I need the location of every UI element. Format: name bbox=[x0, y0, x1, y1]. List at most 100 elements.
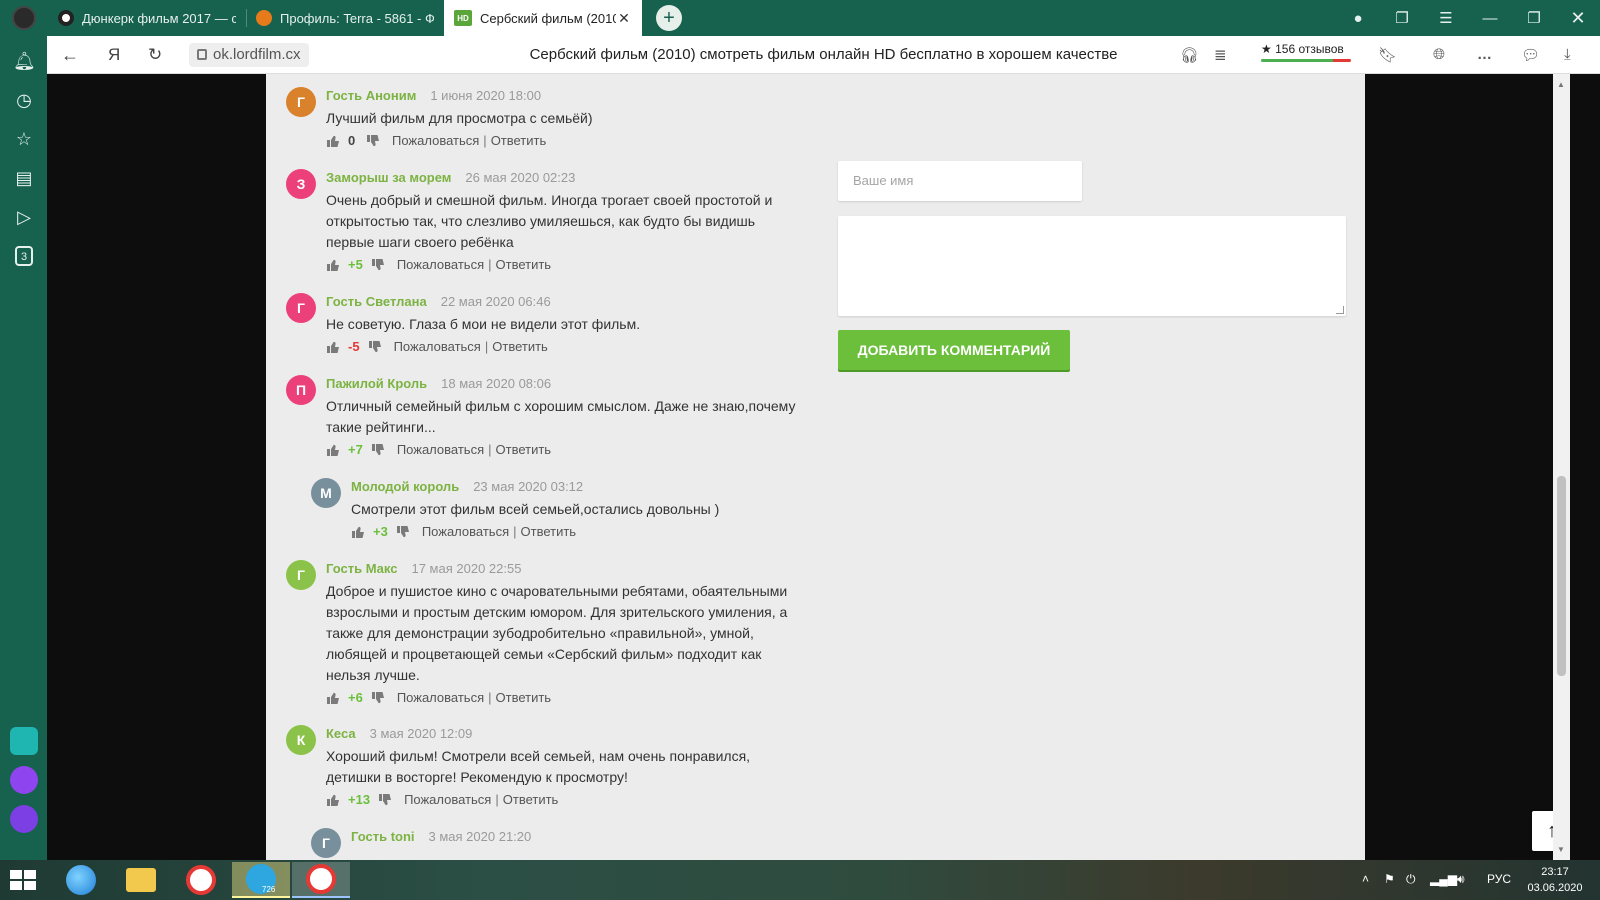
report-link[interactable]: Пожаловаться bbox=[394, 338, 481, 356]
report-link[interactable]: Пожаловаться bbox=[397, 441, 484, 459]
flag-icon[interactable]: ⚑ bbox=[1384, 872, 1395, 886]
reader-mode-icon[interactable]: ≣ bbox=[1214, 46, 1227, 64]
chat-icon[interactable]: 💬︎ bbox=[1521, 46, 1540, 64]
report-link[interactable]: Пожаловаться bbox=[397, 256, 484, 274]
report-link[interactable]: Пожаловаться bbox=[397, 689, 484, 707]
yandex-browser-active-icon[interactable] bbox=[292, 862, 350, 898]
thumb-up-icon[interactable] bbox=[326, 258, 340, 272]
comment-author[interactable]: Заморыш за морем bbox=[326, 170, 451, 185]
translate-globe-icon[interactable]: 🌐︎ bbox=[1433, 46, 1445, 63]
reply-link[interactable]: Ответить bbox=[496, 689, 552, 707]
tab-profile[interactable]: Профиль: Terra - 5861 - Ф bbox=[246, 0, 444, 36]
collections-icon[interactable]: ▤ bbox=[13, 167, 35, 189]
reply-link[interactable]: Ответить bbox=[503, 791, 559, 809]
comment-actions: +6 Пожаловаться | Ответить bbox=[326, 689, 796, 707]
reply-link[interactable]: Ответить bbox=[492, 338, 548, 356]
menu-icon[interactable]: ☰ bbox=[1424, 9, 1468, 27]
new-tab-button[interactable]: + bbox=[656, 5, 682, 31]
browser-menu-logo-icon[interactable] bbox=[0, 0, 48, 36]
report-link[interactable]: Пожаловаться bbox=[392, 132, 479, 150]
comment-date: 1 июня 2020 18:00 bbox=[430, 88, 542, 103]
thumb-up-icon[interactable] bbox=[326, 134, 340, 148]
minimize-icon[interactable]: — bbox=[1468, 10, 1512, 27]
resize-handle-icon[interactable] bbox=[1336, 306, 1344, 314]
thumb-down-icon[interactable] bbox=[371, 443, 385, 457]
comment-text: Хороший фильм! Смотрели всей семьей, нам… bbox=[326, 748, 751, 785]
bookmark-icon[interactable]: 🔖︎ bbox=[1378, 46, 1397, 64]
file-explorer-icon[interactable] bbox=[112, 862, 170, 898]
thumb-down-icon[interactable] bbox=[371, 691, 385, 705]
avatar: Г bbox=[311, 828, 341, 858]
comment-author[interactable]: Гость Аноним bbox=[326, 88, 416, 103]
telegram-icon[interactable]: 726 bbox=[232, 862, 290, 898]
comment-actions: 0 Пожаловаться | Ответить bbox=[326, 132, 796, 150]
music-app-icon[interactable] bbox=[10, 766, 38, 794]
thumb-down-icon[interactable] bbox=[368, 340, 382, 354]
scroll-up-icon[interactable]: ▲ bbox=[1557, 80, 1565, 89]
thumb-up-icon[interactable] bbox=[326, 793, 340, 807]
comment-author[interactable]: Гость Светлана bbox=[326, 294, 427, 309]
report-link[interactable]: Пожаловаться bbox=[404, 791, 491, 809]
history-clock-icon[interactable]: ◷ bbox=[13, 89, 35, 111]
thumb-down-icon[interactable] bbox=[366, 134, 380, 148]
more-icon[interactable]: … bbox=[1477, 46, 1492, 63]
add-comment-button[interactable]: ДОБАВИТЬ КОММЕНТАРИЙ bbox=[838, 330, 1070, 370]
browser-tab-bar: Дюнкерк фильм 2017 — с Профиль: Terra - … bbox=[0, 0, 1600, 36]
name-input[interactable]: Ваше имя bbox=[838, 161, 1082, 201]
sidebar-counter-badge[interactable]: 3 bbox=[15, 246, 33, 266]
alice-assistant-icon[interactable] bbox=[10, 805, 38, 833]
show-hidden-icons-icon[interactable]: ˄ bbox=[1362, 872, 1369, 886]
messenger-app-icon[interactable] bbox=[10, 727, 38, 755]
power-icon[interactable]: ⏻ bbox=[1406, 872, 1416, 887]
language-indicator[interactable]: РУС bbox=[1487, 872, 1511, 886]
comment-author[interactable]: Пажилой Кроль bbox=[326, 376, 427, 391]
reply-link[interactable]: Ответить bbox=[491, 132, 547, 150]
yandex-browser-icon[interactable] bbox=[172, 862, 230, 898]
collections-icon[interactable]: ❐ bbox=[1380, 9, 1424, 27]
tab-dunkirk[interactable]: Дюнкерк фильм 2017 — с bbox=[48, 0, 246, 36]
reply-link[interactable]: Ответить bbox=[496, 256, 552, 274]
comments-section: Г Гость Аноним 1 июня 2020 18:00 Лучший ф… bbox=[266, 74, 1365, 860]
scroll-to-top-button[interactable]: ↑ bbox=[1532, 811, 1553, 851]
thumb-up-icon[interactable] bbox=[326, 340, 340, 354]
thumb-up-icon[interactable] bbox=[326, 691, 340, 705]
comment-text: Доброе и пушистое кино с очаровательными… bbox=[326, 583, 788, 683]
avatar: П bbox=[286, 375, 316, 405]
profile-icon[interactable]: ● bbox=[1336, 10, 1380, 27]
comment-author[interactable]: Молодой король bbox=[351, 479, 459, 494]
thumb-up-icon[interactable] bbox=[326, 443, 340, 457]
headphones-icon[interactable]: 🎧︎ bbox=[1180, 46, 1199, 64]
internet-explorer-icon[interactable] bbox=[52, 862, 110, 898]
download-icon[interactable]: ⤓ bbox=[1564, 46, 1571, 63]
comment-author[interactable]: Гость toni bbox=[351, 829, 415, 844]
comment-date: 18 мая 2020 08:06 bbox=[441, 376, 552, 391]
restore-icon[interactable]: ❐ bbox=[1512, 9, 1556, 27]
thumb-up-icon[interactable] bbox=[351, 525, 365, 539]
tab-serbian-film[interactable]: HD Сербский фильм (2010) ✕ bbox=[444, 0, 642, 36]
reply-link[interactable]: Ответить bbox=[521, 523, 577, 541]
comment-date: 17 мая 2020 22:55 bbox=[411, 561, 522, 576]
close-tab-icon[interactable]: ✕ bbox=[616, 10, 632, 27]
bookmarks-star-icon[interactable]: ☆ bbox=[13, 128, 35, 150]
scroll-down-icon[interactable]: ▼ bbox=[1557, 845, 1565, 854]
report-link[interactable]: Пожаловаться bbox=[422, 523, 509, 541]
page-scrollbar[interactable]: ▲ ▼ bbox=[1553, 74, 1570, 860]
action-separator: | bbox=[488, 257, 492, 272]
system-clock[interactable]: 23:17 03.06.2020 bbox=[1520, 864, 1590, 896]
volume-icon[interactable]: 🔊︎ bbox=[1457, 872, 1465, 887]
close-window-icon[interactable]: ✕ bbox=[1556, 8, 1600, 29]
comment-textarea[interactable] bbox=[838, 216, 1346, 316]
scrollbar-thumb[interactable] bbox=[1557, 476, 1566, 676]
tab-title: Дюнкерк фильм 2017 — с bbox=[82, 10, 236, 26]
network-icon[interactable]: ▂▄▆ bbox=[1430, 872, 1457, 886]
comment-author[interactable]: Гость Макс bbox=[326, 561, 397, 576]
bell-icon[interactable]: 🔔︎ bbox=[13, 50, 36, 72]
comment-author[interactable]: Кеса bbox=[326, 726, 356, 741]
video-play-icon[interactable]: ▷ bbox=[13, 206, 35, 228]
thumb-down-icon[interactable] bbox=[396, 525, 410, 539]
thumb-down-icon[interactable] bbox=[371, 258, 385, 272]
windows-start-icon[interactable] bbox=[10, 870, 38, 890]
site-rating-badge[interactable]: ★ 156 отзывов bbox=[1261, 42, 1351, 62]
thumb-down-icon[interactable] bbox=[378, 793, 392, 807]
reply-link[interactable]: Ответить bbox=[496, 441, 552, 459]
